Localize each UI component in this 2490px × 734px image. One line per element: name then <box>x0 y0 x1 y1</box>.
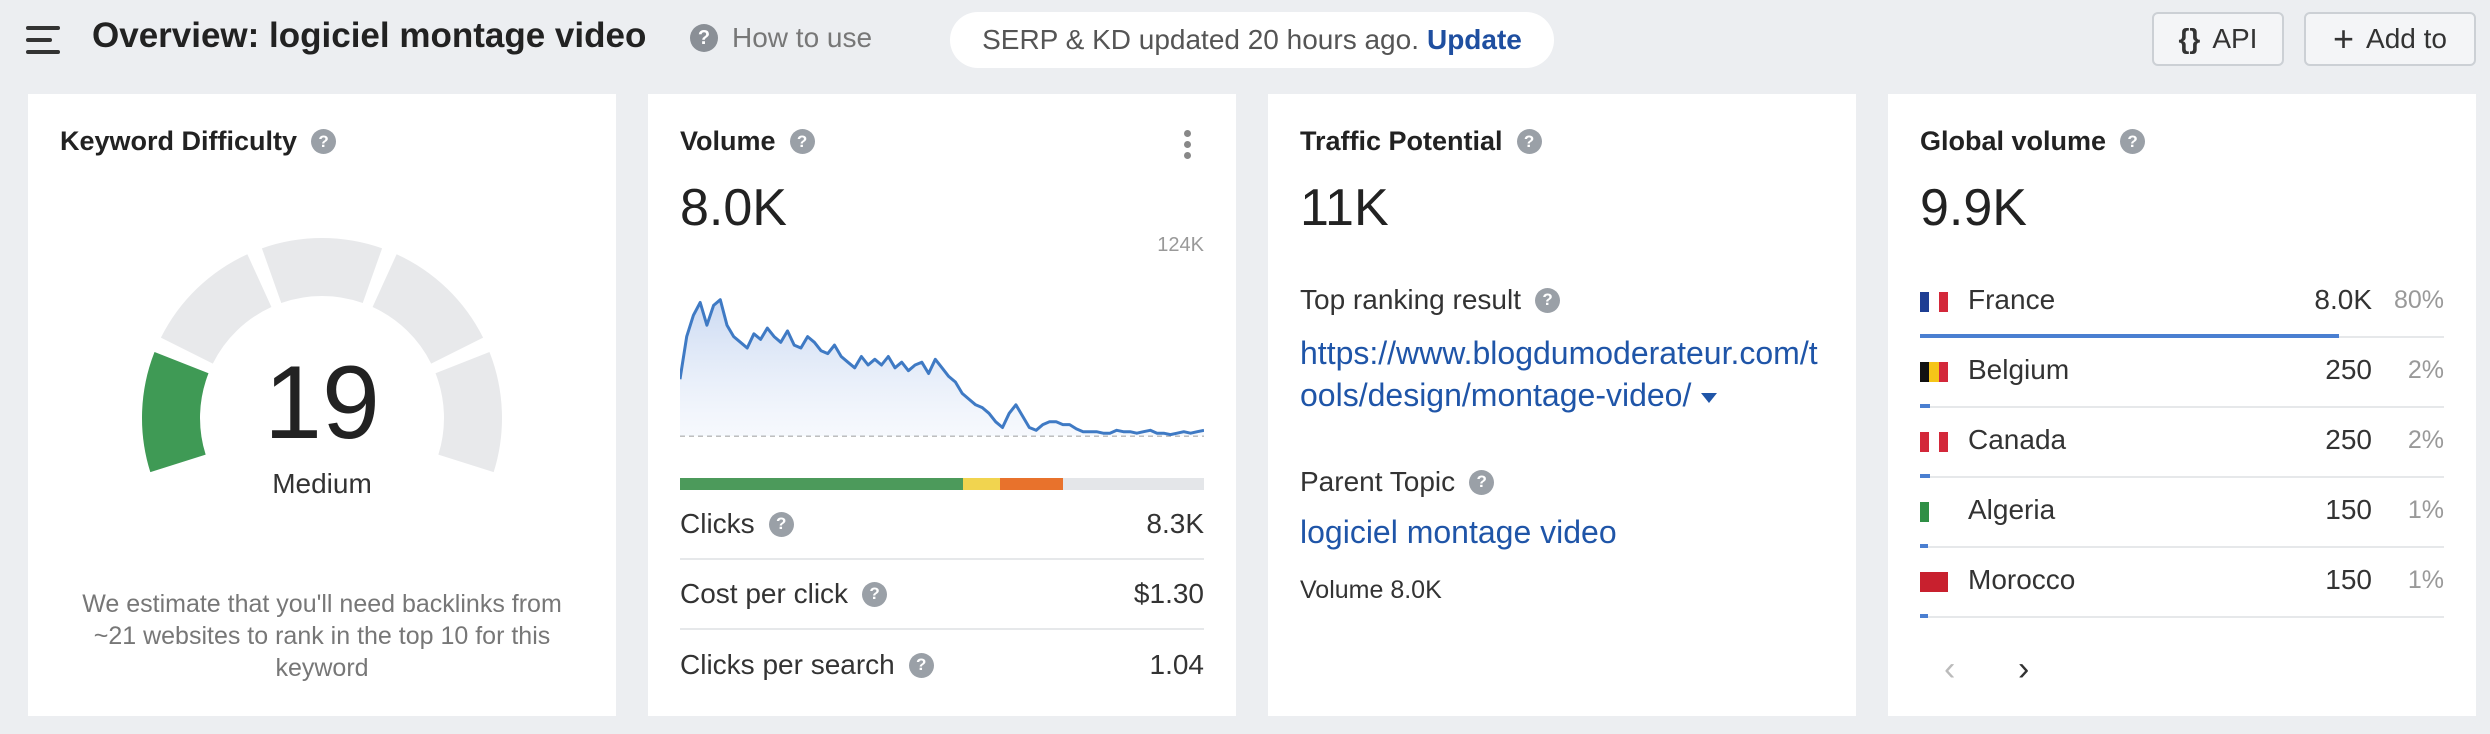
cps-label: Clicks per search <box>680 649 895 680</box>
flag-icon <box>1920 362 1948 382</box>
click-segment-organic <box>680 478 963 490</box>
country-name: Algeria <box>1968 494 2056 525</box>
question-circle-icon[interactable]: ? <box>311 129 337 154</box>
parent-topic-volume: Volume 8.0K <box>1300 576 1442 604</box>
click-segment-paid <box>962 478 1000 490</box>
metric-row-cpc: Cost per click? $1.30 <box>680 560 1204 630</box>
country-share: 2% <box>2407 356 2444 384</box>
hamburger-icon[interactable] <box>26 26 60 54</box>
serp-status-text: SERP & KD updated 20 hours ago. <box>982 24 1419 55</box>
cpc-value: $1.30 <box>1133 578 1204 609</box>
chevron-right-icon[interactable]: › <box>2018 650 2029 689</box>
volume-value: 8.0K <box>680 179 787 237</box>
update-link[interactable]: Update <box>1427 24 1522 56</box>
cpc-label: Cost per click <box>680 578 849 609</box>
api-button-label: API <box>2212 23 2258 54</box>
click-segment-other <box>999 478 1063 490</box>
cps-value: 1.04 <box>1149 649 1205 680</box>
country-share: 80% <box>2393 286 2444 314</box>
question-circle-icon[interactable]: ? <box>789 129 815 154</box>
country-row[interactable]: Algeria 150 1% <box>1920 478 2444 548</box>
country-name: Belgium <box>1968 354 2070 385</box>
country-row[interactable]: France 8.0K 80% <box>1920 268 2444 338</box>
country-volume: 250 <box>2325 354 2372 385</box>
flag-icon <box>1920 572 1948 592</box>
question-circle-icon[interactable]: ? <box>2120 129 2146 154</box>
traffic-potential-card: Traffic Potential ? 11K Top ranking resu… <box>1268 94 1856 716</box>
kd-title-label: Keyword Difficulty <box>60 126 298 156</box>
metric-row-clicks: Clicks? 8.3K <box>680 490 1204 560</box>
how-to-use-label: How to use <box>732 22 873 53</box>
page-title: Overview: logiciel montage video <box>92 16 647 55</box>
click-distribution-bar <box>680 478 1204 490</box>
serp-status-pill: SERP & KD updated 20 hours ago. Update <box>950 12 1554 68</box>
volume-card: Volume ? 8.0K 124K Clicks? 8.3K Cost per… <box>648 94 1236 716</box>
braces-icon: {} <box>2178 23 2201 54</box>
api-button[interactable]: {} API <box>2152 12 2284 66</box>
gv-value: 9.9K <box>1920 179 2027 237</box>
parent-topic-label: Parent Topic <box>1300 466 1456 497</box>
add-to-button-label: Add to <box>2366 23 2447 54</box>
volume-trend-chart <box>680 298 1204 437</box>
country-share-bar <box>1920 614 1928 618</box>
country-volume: 8.0K <box>2314 284 2372 315</box>
kebab-icon[interactable] <box>1184 130 1192 163</box>
clicks-value: 8.3K <box>1146 508 1204 539</box>
kd-description: We estimate that you'll need backlinks f… <box>82 590 562 682</box>
gv-title: Global volume ? <box>1920 126 2146 157</box>
caret-down-icon[interactable] <box>1701 392 1718 403</box>
kd-level: Medium <box>272 468 372 499</box>
country-volume: 150 <box>2325 564 2372 595</box>
kd-value: 19 <box>264 345 380 461</box>
flag-icon <box>1920 292 1948 312</box>
country-name: Morocco <box>1968 564 2076 595</box>
how-to-use-link[interactable]: ? How to use <box>690 22 872 54</box>
kd-title: Keyword Difficulty ? <box>60 126 337 157</box>
flag-icon <box>1920 432 1948 452</box>
question-circle-icon[interactable]: ? <box>1535 287 1561 313</box>
parent-topic-heading: Parent Topic ? <box>1300 466 1495 498</box>
top-result-heading: Top ranking result ? <box>1300 284 1561 316</box>
country-share: 1% <box>2407 566 2444 594</box>
volume-title-label: Volume <box>680 126 776 156</box>
question-circle-icon[interactable]: ? <box>1469 469 1495 495</box>
chart-max-label: 124K <box>1157 234 1204 256</box>
country-row[interactable]: Belgium 250 2% <box>1920 338 2444 408</box>
top-bar: Overview: logiciel montage video ? How t… <box>0 0 2490 80</box>
keyword-difficulty-card: Keyword Difficulty ? 19 Medium We estima… <box>28 94 616 716</box>
country-volume: 250 <box>2325 424 2372 455</box>
question-circle-icon[interactable]: ? <box>1516 129 1542 154</box>
volume-title: Volume ? <box>680 126 815 157</box>
country-name: France <box>1968 284 2056 315</box>
question-circle-icon[interactable]: ? <box>768 511 794 537</box>
tp-value: 11K <box>1300 179 1389 237</box>
question-circle-icon: ? <box>690 24 718 52</box>
plus-icon: + <box>2333 18 2355 59</box>
gauge-segment <box>261 238 383 303</box>
country-row[interactable]: Morocco 150 1% <box>1920 548 2444 618</box>
flag-icon <box>1920 502 1948 522</box>
country-row[interactable]: Canada 250 2% <box>1920 408 2444 478</box>
clicks-label: Clicks <box>680 508 755 539</box>
country-volume: 150 <box>2325 494 2372 525</box>
top-result-url[interactable]: https://www.blogdumoderateur.com/tools/d… <box>1300 335 1818 413</box>
parent-topic-link[interactable]: logiciel montage video <box>1300 514 1617 551</box>
chevron-left-icon[interactable]: ‹ <box>1944 650 1955 689</box>
question-circle-icon[interactable]: ? <box>908 652 934 678</box>
gv-title-label: Global volume <box>1920 126 2107 156</box>
question-circle-icon[interactable]: ? <box>862 581 888 607</box>
top-result-label: Top ranking result <box>1300 284 1522 315</box>
country-share: 1% <box>2407 496 2444 524</box>
tp-title: Traffic Potential ? <box>1300 126 1542 157</box>
country-share: 2% <box>2407 426 2444 454</box>
top-result-link[interactable]: https://www.blogdumoderateur.com/tools/d… <box>1300 332 1824 416</box>
tp-title-label: Traffic Potential <box>1300 126 1503 156</box>
global-volume-card: Global volume ? 9.9K France 8.0K 80% Belgiu… <box>1888 94 2476 716</box>
add-to-button[interactable]: + Add to <box>2304 12 2476 66</box>
country-name: Canada <box>1968 424 2067 455</box>
metric-row-cps: Clicks per search? 1.04 <box>680 630 1204 700</box>
